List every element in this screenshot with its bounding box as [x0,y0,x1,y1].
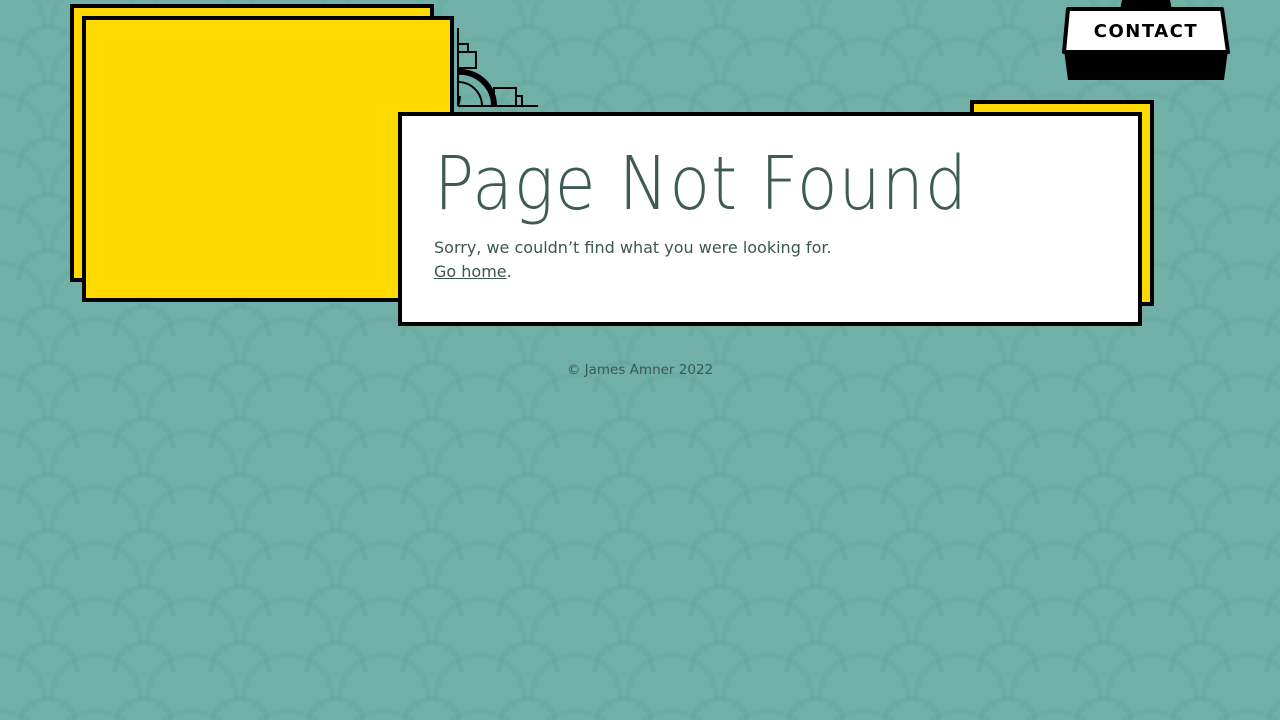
copyright-text: © James Amner 2022 [566,362,714,378]
contact-button[interactable]: CONTACT [1070,12,1222,52]
home-line: Go home. [434,260,1106,284]
page-title: Page Not Found [434,141,968,227]
go-home-link[interactable]: Go home [434,262,507,281]
home-line-period: . [506,262,512,281]
error-message: Sorry, we couldn’t find what you were lo… [434,238,832,257]
error-card: Page Not Found Sorry, we couldn’t find w… [398,112,1142,326]
art-deco-ornament [457,28,538,107]
